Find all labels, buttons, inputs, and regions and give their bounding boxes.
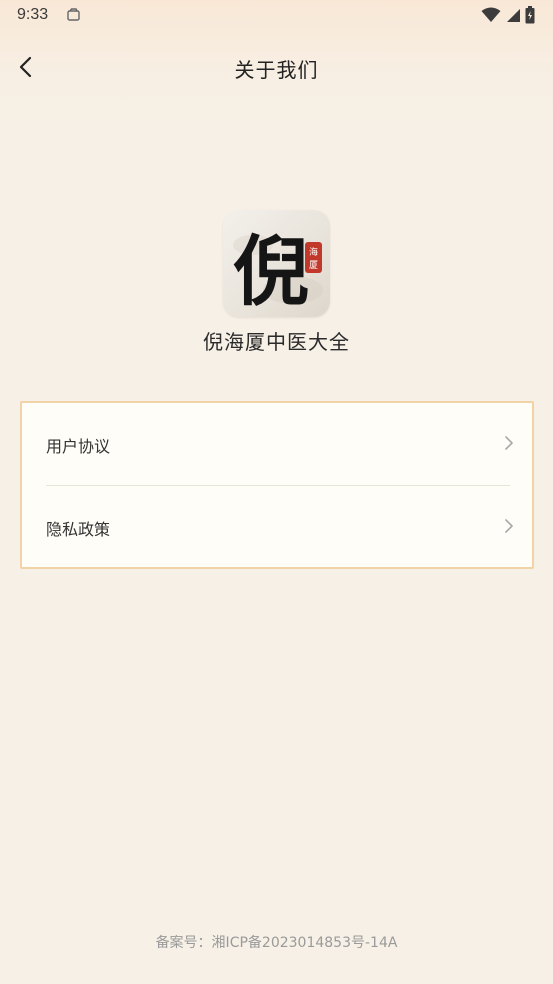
notification-icon <box>67 8 80 21</box>
menu-item-privacy-policy[interactable]: 隐私政策 <box>22 486 532 568</box>
app-logo: 倪 海 厦 <box>223 210 330 317</box>
nav-bar: 关于我们 <box>0 44 553 90</box>
wifi-icon <box>481 7 501 22</box>
page-title: 关于我们 <box>234 58 319 82</box>
system-icons <box>481 6 535 24</box>
status-bar: 9:33 <box>0 0 553 32</box>
signal-icon <box>507 9 520 22</box>
app-name: 倪海厦中医大全 <box>203 330 350 354</box>
chevron-right-icon <box>505 436 513 450</box>
svg-text:海: 海 <box>309 246 318 258</box>
app-logo-image: 倪 海 厦 <box>233 227 323 316</box>
menu-item-user-agreement[interactable]: 用户协议 <box>22 403 532 485</box>
icp-record-link[interactable]: 备案号：湘ICP备2023014853号-14A <box>0 932 553 952</box>
menu-item-label: 用户协议 <box>46 437 111 456</box>
svg-text:厦: 厦 <box>309 260 318 271</box>
logo-character: 倪 <box>233 227 309 316</box>
status-time: 9:33 <box>17 6 49 23</box>
chevron-right-icon <box>505 519 513 533</box>
battery-icon <box>525 6 535 24</box>
menu-item-label: 隐私政策 <box>46 520 111 539</box>
menu-card: 用户协议 隐私政策 <box>20 401 534 569</box>
